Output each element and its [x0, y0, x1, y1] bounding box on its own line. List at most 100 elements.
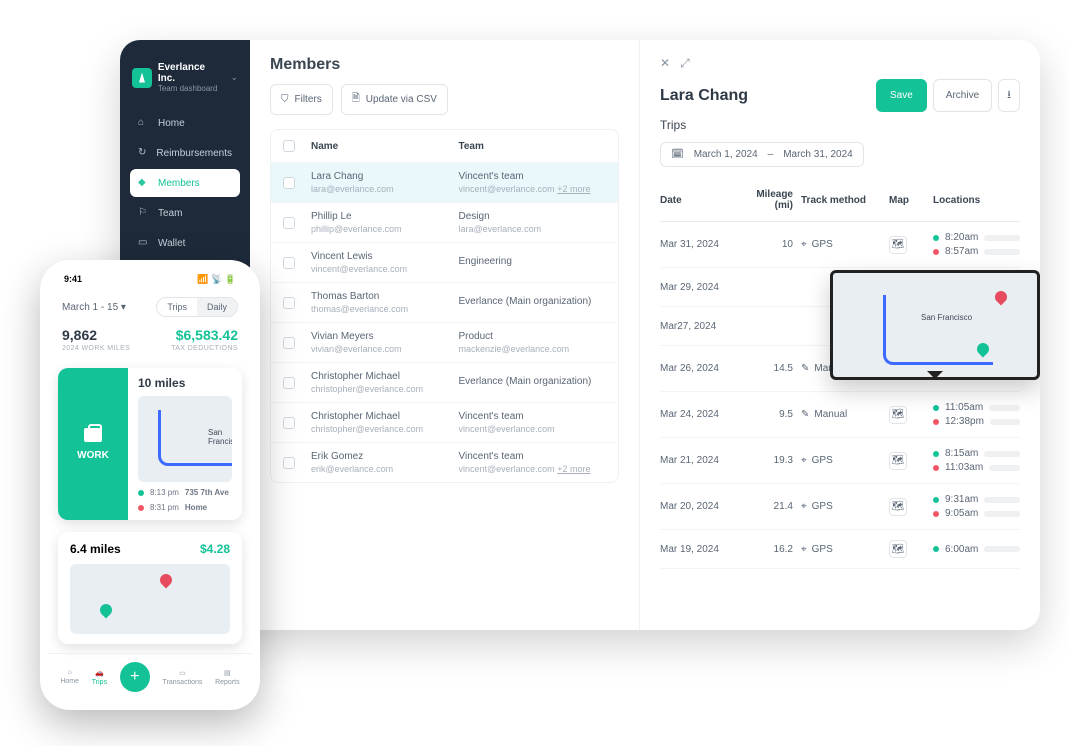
chevron-down-icon: ▾ — [121, 302, 126, 313]
row-checkbox[interactable] — [283, 377, 295, 389]
segment-trips[interactable]: Trips — [157, 298, 197, 316]
trip-date: Mar 24, 2024 — [660, 409, 730, 420]
trip-map-button[interactable]: 🗺 — [889, 236, 907, 254]
select-all-checkbox[interactable] — [283, 140, 295, 152]
member-name: Phillip Le — [311, 211, 459, 222]
sidebar-item-members[interactable]: ◆Members — [130, 169, 240, 197]
member-team: Vincent's team — [459, 411, 607, 422]
gps-icon: ⌖ — [801, 501, 807, 512]
trip-row[interactable]: Mar 19, 202416.2⌖ GPS🗺6:00am — [660, 530, 1020, 569]
brand-name: Everlance Inc. — [158, 62, 225, 84]
close-icon[interactable]: ✕ — [660, 56, 670, 71]
tab-trips[interactable]: 🚗Trips — [92, 669, 107, 686]
trip-row[interactable]: Mar 20, 202421.4⌖ GPS🗺9:31am9:05am — [660, 484, 1020, 530]
tab-reports[interactable]: ▤Reports — [215, 669, 240, 686]
gps-icon: ⌖ — [801, 239, 807, 250]
member-team-email: mackenzie@everlance.com — [459, 344, 607, 354]
row-checkbox[interactable] — [283, 417, 295, 429]
trip-row[interactable]: Mar 31, 202410⌖ GPS🗺8:20am8:57am — [660, 222, 1020, 268]
expand-icon[interactable]: ⤢ — [680, 56, 690, 71]
segment-daily[interactable]: Daily — [197, 298, 237, 316]
filters-button[interactable]: ⛉Filters — [270, 84, 333, 115]
trip-map-button[interactable]: 🗺 — [889, 540, 907, 558]
trip-date: Mar 19, 2024 — [660, 544, 730, 555]
member-team-email: lara@everlance.com — [459, 224, 607, 234]
member-email: thomas@everlance.com — [311, 304, 459, 314]
trip-date: Mar 31, 2024 — [660, 239, 730, 250]
brand-switcher[interactable]: Everlance Inc. Team dashboard ⌄ — [130, 58, 240, 107]
brand-logo-icon — [132, 68, 152, 88]
brand-subtitle: Team dashboard — [158, 84, 225, 93]
trip-mileage: 19.3 — [738, 455, 793, 466]
col-track: Track method — [801, 195, 881, 206]
member-name: Christopher Michael — [311, 371, 459, 382]
map-icon: 🗺 — [892, 239, 905, 250]
archive-button[interactable]: Archive — [933, 79, 992, 112]
sidebar-item-home[interactable]: ⌂Home — [130, 109, 240, 137]
trip-row[interactable]: Mar 21, 202419.3⌖ GPS🗺8:15am11:03am — [660, 438, 1020, 484]
gps-icon: ✎ — [801, 409, 809, 420]
phone-segment[interactable]: Trips Daily — [156, 297, 238, 317]
table-row[interactable]: Erik Gomezerik@everlance.comVincent's te… — [271, 442, 618, 482]
fab-add-button[interactable]: + — [120, 662, 150, 692]
col-team: Team — [459, 141, 607, 152]
trip-end-time: 8:57am — [945, 246, 978, 257]
sidebar-item-label: Members — [158, 178, 200, 189]
save-button[interactable]: Save — [876, 79, 927, 112]
table-row[interactable]: Vincent Lewisvincent@everlance.comEngine… — [271, 242, 618, 282]
phone-date-range[interactable]: March 1 - 15 ▾ — [62, 302, 126, 313]
trip-date: Mar 21, 2024 — [660, 455, 730, 466]
map-pin-start-icon — [98, 602, 115, 619]
row-checkbox[interactable] — [283, 177, 295, 189]
member-team: Vincent's team — [459, 451, 607, 462]
row-checkbox[interactable] — [283, 297, 295, 309]
row-checkbox[interactable] — [283, 217, 295, 229]
sidebar-item-label: Wallet — [158, 238, 185, 249]
table-row[interactable]: Phillip Lephillip@everlance.comDesignlar… — [271, 202, 618, 242]
sidebar-item-wallet[interactable]: ▭Wallet — [130, 229, 240, 257]
trip-card[interactable]: WORK 10 miles San Francisco 8:13 pm735 7… — [58, 368, 242, 520]
table-row[interactable]: Vivian Meyersvivian@everlance.comProduct… — [271, 322, 618, 362]
gps-icon: ⌖ — [801, 544, 807, 555]
table-row[interactable]: Lara Changlara@everlance.comVincent's te… — [271, 162, 618, 202]
trip-track-method: ⌖ GPS — [801, 544, 881, 555]
tab-home[interactable]: ⌂Home — [60, 669, 79, 685]
col-mileage: Mileage (mi) — [738, 189, 793, 211]
trip-date: Mar 26, 2024 — [660, 363, 730, 374]
trip-track-method: ⌖ GPS — [801, 455, 881, 466]
member-email: christopher@everlance.com — [311, 384, 459, 394]
page-title: Members — [270, 56, 619, 74]
table-row[interactable]: Thomas Bartonthomas@everlance.comEverlan… — [271, 282, 618, 322]
trip-end-time: 12:38pm — [945, 416, 984, 427]
tab-transactions[interactable]: ▭Transactions — [163, 669, 203, 686]
trip-map-button[interactable]: 🗺 — [889, 452, 907, 470]
file-icon: 🗎 — [352, 91, 360, 108]
trip-mileage: 9.5 — [738, 409, 793, 420]
sidebar-item-label: Home — [158, 118, 185, 129]
update-csv-button[interactable]: 🗎Update via CSV — [341, 84, 448, 115]
trip-mileage: 21.4 — [738, 501, 793, 512]
trip-track-method: ⌖ GPS — [801, 239, 881, 250]
sidebar-item-reimbursements[interactable]: ↻Reimbursements — [130, 139, 240, 167]
map-icon: 🗺 — [892, 409, 905, 420]
trip-map-button[interactable]: 🗺 — [889, 406, 907, 424]
download-button[interactable]: ⭳ — [998, 79, 1020, 112]
date-range-picker[interactable]: 🗓 March 1, 2024–March 31, 2024 — [660, 142, 864, 167]
member-team-email: vincent@everlance.com +2 more — [459, 464, 607, 474]
phone-tabbar: ⌂Home 🚗Trips + ▭Transactions ▤Reports — [48, 653, 252, 702]
row-checkbox[interactable] — [283, 257, 295, 269]
kpi-deductions-label: TAX DEDUCTIONS — [171, 345, 238, 352]
table-row[interactable]: Christopher Michaelchristopher@everlance… — [271, 402, 618, 442]
row-checkbox[interactable] — [283, 337, 295, 349]
sidebar-item-team[interactable]: ⚐Team — [130, 199, 240, 227]
trip-row[interactable]: Mar 24, 20249.5✎ Manual🗺11:05am12:38pm — [660, 392, 1020, 438]
member-team: Vincent's team — [459, 171, 607, 182]
row-checkbox[interactable] — [283, 457, 295, 469]
nav-icon: ⚐ — [138, 207, 150, 219]
member-team: Product — [459, 331, 607, 342]
trip-card[interactable]: 6.4 miles$4.28 — [58, 532, 242, 644]
trip-map-button[interactable]: 🗺 — [889, 498, 907, 516]
trip-start-time: 8:15am — [945, 448, 978, 459]
trip-date: Mar 29, 2024 — [660, 282, 730, 293]
table-row[interactable]: Christopher Michael christopher@everlance… — [271, 362, 618, 402]
